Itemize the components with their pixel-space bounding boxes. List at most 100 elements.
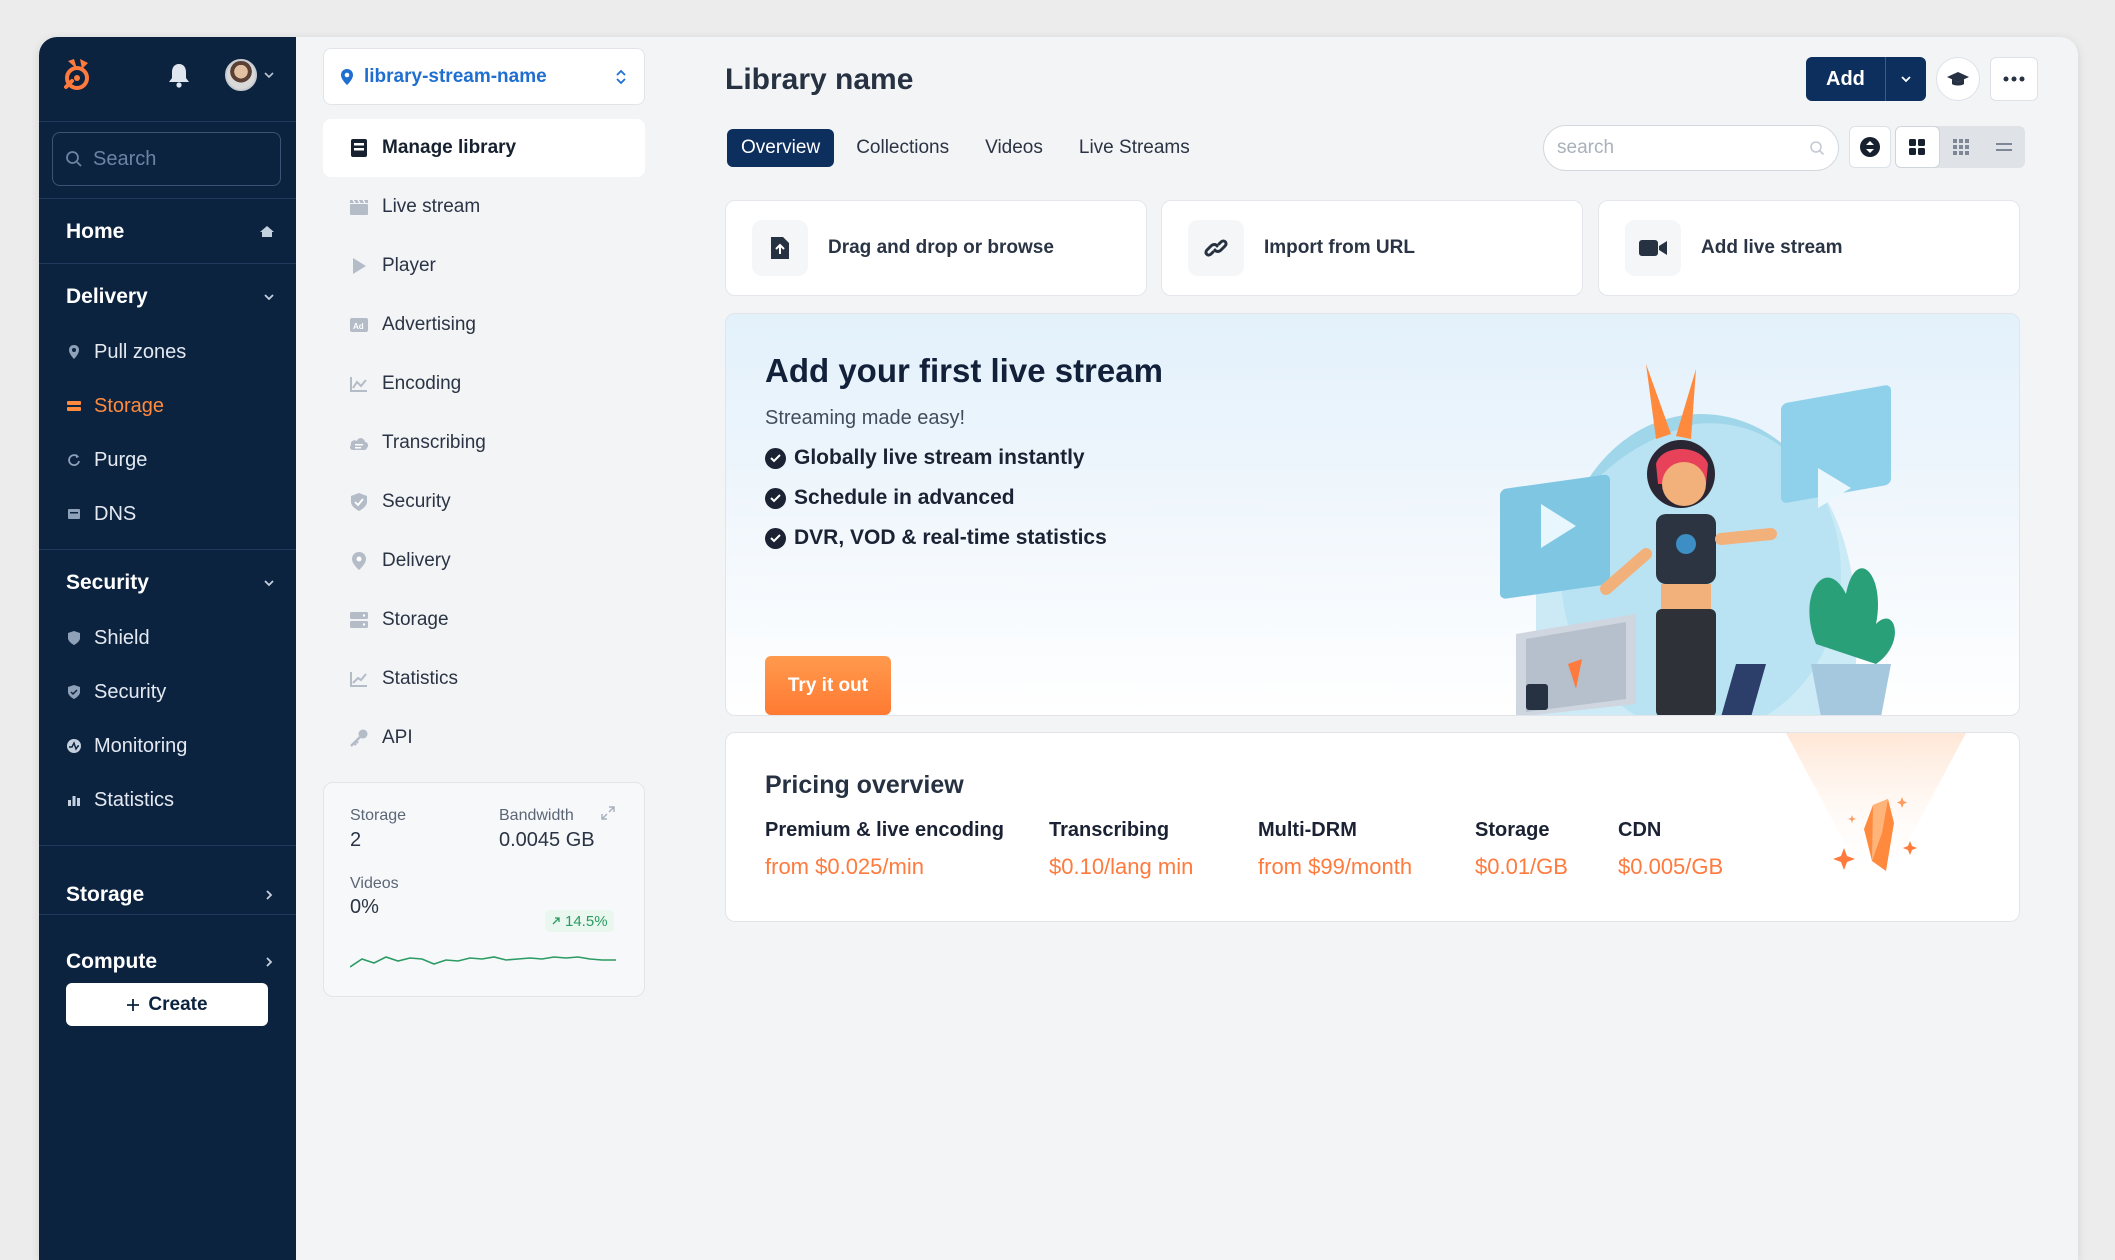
chevron-down-icon	[1901, 76, 1911, 83]
monitoring-icon	[66, 738, 82, 754]
line-chart-icon	[348, 668, 370, 690]
library-menu-security[interactable]: Security	[323, 473, 645, 531]
trend-value: 14.5%	[565, 912, 608, 930]
storage-icon	[66, 398, 82, 414]
nav-section-compute[interactable]: Compute	[66, 947, 276, 977]
arrow-up-right-icon	[552, 917, 560, 925]
nav-section-storage[interactable]: Storage	[66, 880, 276, 910]
library-menu-label: Player	[382, 255, 436, 276]
upload-card[interactable]: Drag and drop or browse	[725, 200, 1147, 296]
more-options-button[interactable]	[1989, 57, 2038, 101]
tab-videos[interactable]: Videos	[971, 129, 1057, 167]
nav-item-shield[interactable]: Shield	[66, 623, 150, 653]
storage-stat-value: 2	[350, 829, 362, 851]
line-chart-icon	[348, 373, 370, 395]
app-window: Home Delivery Pull zones Storage	[39, 37, 2078, 1260]
promo-title: Add your first live stream	[765, 352, 1163, 389]
bell-icon[interactable]	[166, 61, 192, 89]
nav-item-label: Monitoring	[94, 734, 188, 757]
shield-check-icon	[348, 491, 370, 513]
add-live-stream-card[interactable]: Add live stream	[1598, 200, 2020, 296]
video-camera-icon	[1639, 240, 1667, 256]
tab-overview[interactable]: Overview	[727, 129, 835, 167]
nav-search-input[interactable]	[93, 147, 263, 171]
ad-icon: Ad	[348, 314, 370, 336]
sort-icon	[1860, 137, 1880, 157]
chevron-down-icon[interactable]	[263, 69, 275, 81]
nav-section-security[interactable]: Security	[66, 568, 276, 598]
videos-stat-value: 0%	[350, 896, 379, 918]
library-menu-api[interactable]: API	[323, 709, 645, 767]
price-item-name: CDN	[1618, 819, 1662, 841]
nav-item-label: Purge	[94, 448, 148, 471]
try-it-out-button[interactable]: Try it out	[765, 656, 891, 715]
price-item-name: Multi-DRM	[1258, 819, 1357, 841]
videos-sparkline	[350, 956, 616, 968]
nav-section-delivery[interactable]: Delivery	[66, 282, 276, 312]
nav-item-security[interactable]: Security	[66, 677, 166, 707]
academy-button[interactable]	[1935, 57, 1980, 101]
check-circle-icon	[765, 487, 786, 509]
add-dropdown-toggle[interactable]	[1886, 57, 1926, 101]
main-sidebar: Home Delivery Pull zones Storage	[39, 37, 296, 1260]
nav-item-label: Pull zones	[94, 340, 187, 363]
library-menu-manage[interactable]: Manage library	[323, 119, 645, 177]
bunny-logo-icon[interactable]	[58, 55, 96, 93]
create-button-label: Create	[148, 993, 208, 1015]
library-menu-live-stream[interactable]: Live stream	[323, 178, 645, 236]
videos-stat-label: Videos	[350, 875, 399, 892]
cloud-text-icon	[348, 432, 370, 454]
user-avatar[interactable]	[225, 59, 257, 91]
promo-subtitle: Streaming made easy!	[765, 407, 966, 429]
nav-divider	[39, 198, 296, 199]
library-menu-statistics[interactable]: Statistics	[323, 650, 645, 708]
plus-icon	[127, 998, 140, 1011]
view-list[interactable]	[1982, 126, 2025, 168]
library-menu-storage[interactable]: Storage	[323, 591, 645, 649]
import-url-card[interactable]: Import from URL	[1161, 200, 1583, 296]
library-menu-player[interactable]: Player	[323, 237, 645, 295]
promo-feature-text: Schedule in advanced	[794, 486, 1015, 509]
nav-item-statistics[interactable]: Statistics	[66, 785, 174, 815]
chevron-right-icon	[266, 957, 273, 967]
grid-small-icon	[1953, 139, 1969, 155]
shield-check-icon	[66, 684, 82, 700]
create-button[interactable]: Create	[66, 983, 268, 1026]
content-search-box[interactable]	[1543, 125, 1839, 171]
view-large-grid[interactable]	[1895, 126, 1940, 168]
library-menu-advertising[interactable]: Ad Advertising	[323, 296, 645, 354]
promo-feature-text: DVR, VOD & real-time statistics	[794, 526, 1107, 549]
tab-live-streams[interactable]: Live Streams	[1065, 129, 1204, 167]
library-tabs: Overview Collections Videos Live Streams	[727, 129, 1204, 167]
tab-collections[interactable]: Collections	[842, 129, 963, 167]
price-item-name: Transcribing	[1049, 819, 1170, 841]
view-small-grid[interactable]	[1940, 126, 1983, 168]
nav-search-box[interactable]	[52, 132, 281, 186]
nav-item-storage[interactable]: Storage	[66, 391, 164, 421]
top-actions: Add	[1806, 57, 2038, 101]
nav-item-purge[interactable]: Purge	[66, 445, 147, 475]
library-menu-encoding[interactable]: Encoding	[323, 355, 645, 413]
nav-item-dns[interactable]: DNS	[66, 499, 136, 529]
sort-button[interactable]	[1849, 126, 1891, 168]
library-menu-transcribing[interactable]: Transcribing	[323, 414, 645, 472]
bandwidth-stat-value: 0.0045 GB	[499, 829, 595, 851]
add-button[interactable]: Add	[1806, 57, 1926, 101]
nav-item-pull-zones[interactable]: Pull zones	[66, 337, 186, 367]
nav-item-monitoring[interactable]: Monitoring	[66, 731, 187, 761]
price-item: CDN $0.005/GB	[1618, 819, 1723, 880]
add-button-label[interactable]: Add	[1806, 57, 1886, 101]
view-mode-toggle	[1895, 126, 2025, 168]
library-menu-label: Transcribing	[382, 432, 486, 453]
nav-home[interactable]: Home	[66, 217, 276, 247]
map-pin-icon	[341, 68, 353, 85]
price-item-name: Premium & live encoding	[765, 819, 1004, 841]
import-icon-box	[1188, 220, 1244, 276]
expand-icon[interactable]	[600, 805, 616, 821]
storage-icon	[348, 609, 370, 631]
library-menu-delivery[interactable]: Delivery	[323, 532, 645, 590]
library-selector[interactable]: library-stream-name	[323, 48, 645, 105]
price-item-value: $0.10/lang min	[1049, 854, 1194, 879]
more-horizontal-icon	[2003, 76, 2025, 82]
content-search-input[interactable]	[1557, 137, 1809, 159]
